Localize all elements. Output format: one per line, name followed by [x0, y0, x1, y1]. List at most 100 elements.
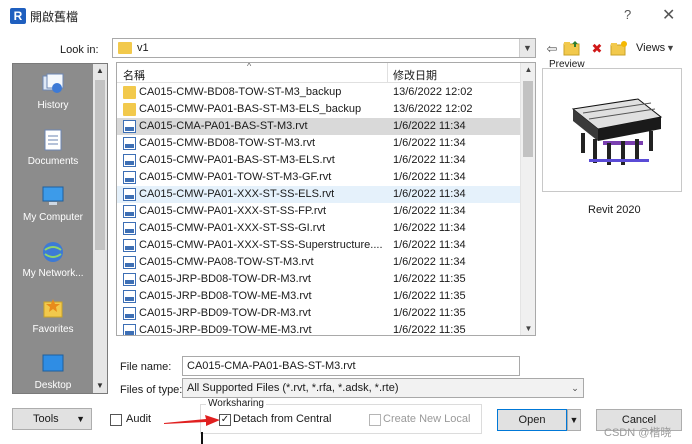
tools-label: Tools [33, 413, 59, 425]
file-name: CA015-CMW-PA01-BAS-ST-M3-ELS_backup [139, 103, 362, 115]
rvt-file-icon [123, 154, 136, 167]
place-label: My Computer [22, 212, 83, 223]
rvt-file-icon [123, 222, 136, 235]
places-scrollbar[interactable]: ▲ ▼ [93, 64, 107, 393]
file-list-header: 名稱 ^ 修改日期 [117, 63, 521, 83]
file-row[interactable]: CA015-CMW-PA01-BAS-ST-M3-ELS_backup 13/6/… [117, 101, 521, 118]
network-icon [41, 240, 65, 264]
file-row[interactable]: CA015-CMW-PA01-TOW-ST-M3-GF.rvt 1/6/2022 … [117, 169, 521, 186]
file-name: CA015-CMW-PA01-BAS-ST-M3-ELS.rvt [139, 154, 335, 166]
file-date: 1/6/2022 11:34 [393, 120, 466, 132]
file-list[interactable]: 名稱 ^ 修改日期 CA015-CMW-BD08-TOW-ST-M3_backu… [116, 62, 536, 336]
rvt-file-icon [123, 307, 136, 320]
scroll-thumb[interactable] [523, 81, 533, 157]
rvt-file-icon [123, 188, 136, 201]
place-my-computer[interactable]: My Computer [13, 184, 93, 223]
file-row[interactable]: CA015-CMW-PA01-XXX-ST-SS-FP.rvt 1/6/2022 … [117, 203, 521, 220]
place-my-network[interactable]: My Network... [13, 240, 93, 279]
worksharing-label: Worksharing [206, 398, 266, 409]
rvt-file-icon [123, 324, 136, 335]
place-documents[interactable]: Documents [13, 128, 93, 167]
file-name: CA015-JRP-BD08-TOW-ME-M3.rvt [139, 290, 312, 302]
delete-icon[interactable]: ✖ [588, 40, 606, 57]
chevron-down-icon[interactable]: ▼ [519, 39, 535, 57]
file-date: 1/6/2022 11:35 [393, 307, 466, 319]
file-type-dropdown[interactable]: All Supported Files (*.rvt, *.rfa, *.ads… [182, 378, 584, 398]
desktop-icon [41, 352, 65, 376]
file-name: CA015-CMW-BD08-TOW-ST-M3_backup [139, 86, 342, 98]
file-date: 1/6/2022 11:34 [393, 171, 466, 183]
tools-button[interactable]: Tools ▼ [12, 408, 92, 430]
file-date: 1/6/2022 11:34 [393, 256, 466, 268]
column-header-name[interactable]: 名稱 [123, 67, 145, 83]
place-desktop[interactable]: Desktop [13, 352, 93, 391]
file-name: CA015-JRP-BD09-TOW-DR-M3.rvt [139, 307, 311, 319]
lookin-dropdown[interactable]: v1 ▼ [112, 38, 536, 58]
create-new-local-checkbox[interactable] [369, 414, 381, 426]
audit-checkbox[interactable] [110, 414, 122, 426]
file-row[interactable]: CA015-JRP-BD08-TOW-ME-M3.rvt 1/6/2022 11:… [117, 288, 521, 305]
file-date: 13/6/2022 12:02 [393, 86, 473, 98]
scroll-thumb[interactable] [95, 80, 105, 250]
revit-version-label: Revit 2020 [588, 204, 641, 216]
file-date: 1/6/2022 11:35 [393, 273, 466, 285]
column-divider[interactable] [387, 63, 388, 83]
file-name: CA015-CMW-PA08-TOW-ST-M3.rvt [139, 256, 314, 268]
up-folder-icon[interactable] [563, 40, 581, 57]
scroll-down-icon[interactable]: ▼ [93, 379, 107, 393]
favorites-icon [41, 296, 65, 320]
rvt-file-icon [123, 239, 136, 252]
help-button[interactable]: ? [624, 7, 631, 22]
file-row[interactable]: CA015-CMW-PA01-BAS-ST-M3-ELS.rvt 1/6/2022… [117, 152, 521, 169]
file-name: CA015-CMW-BD08-TOW-ST-M3.rvt [139, 137, 316, 149]
file-list-scrollbar[interactable]: ▲ ▼ [520, 63, 535, 335]
place-favorites[interactable]: Favorites [13, 296, 93, 335]
place-history[interactable]: History [13, 72, 93, 111]
scroll-up-icon[interactable]: ▲ [93, 64, 107, 78]
file-date: 1/6/2022 11:34 [393, 205, 466, 217]
views-dropdown-icon[interactable]: ▼ [666, 43, 675, 53]
file-row[interactable]: CA015-CMA-PA01-BAS-ST-M3.rvt 1/6/2022 11:… [117, 118, 521, 135]
file-row[interactable]: CA015-CMW-PA01-XXX-ST-SS-Superstructure.… [117, 237, 521, 254]
lookin-value: v1 [137, 42, 149, 54]
place-label: Documents [27, 156, 79, 167]
detach-from-central-label: Detach from Central [233, 413, 332, 425]
rvt-file-icon [123, 171, 136, 184]
file-row[interactable]: CA015-CMW-PA08-TOW-ST-M3.rvt 1/6/2022 11:… [117, 254, 521, 271]
new-folder-icon[interactable] [610, 40, 628, 57]
chevron-down-icon[interactable]: ⌄ [567, 379, 583, 397]
file-name: CA015-JRP-BD08-TOW-DR-M3.rvt [139, 273, 311, 285]
building-preview-image [571, 98, 663, 165]
file-row[interactable]: CA015-JRP-BD09-TOW-ME-M3.rvt 1/6/2022 11:… [117, 322, 521, 336]
close-button[interactable]: ✕ [662, 5, 675, 25]
file-name: CA015-CMW-PA01-XXX-ST-SS-ELS.rvt [139, 188, 335, 200]
audit-label: Audit [126, 413, 152, 425]
sort-caret-icon: ^ [247, 62, 252, 71]
place-label: My Network... [22, 268, 84, 279]
places-bar: History Documents My Computer My Network… [12, 63, 108, 394]
file-row[interactable]: CA015-CMW-PA01-XXX-ST-SS-ELS.rvt 1/6/2022… [117, 186, 521, 203]
file-name-input[interactable]: CA015-CMA-PA01-BAS-ST-M3.rvt [182, 356, 520, 376]
rvt-file-icon [123, 256, 136, 269]
watermark: CSDN @楷晓 [604, 427, 672, 439]
column-header-date[interactable]: 修改日期 [393, 67, 437, 83]
documents-icon [41, 128, 65, 152]
file-name: CA015-CMA-PA01-BAS-ST-M3.rvt [139, 120, 308, 132]
rvt-file-icon [123, 273, 136, 286]
file-row[interactable]: CA015-CMW-BD08-TOW-ST-M3_backup 13/6/2022… [117, 84, 521, 101]
file-row[interactable]: CA015-CMW-PA01-XXX-ST-SS-GI.rvt 1/6/2022 … [117, 220, 521, 237]
file-row[interactable]: CA015-JRP-BD08-TOW-DR-M3.rvt 1/6/2022 11:… [117, 271, 521, 288]
file-date: 1/6/2022 11:35 [393, 324, 466, 336]
views-button[interactable]: Views [636, 42, 665, 54]
scroll-down-icon[interactable]: ▼ [521, 324, 535, 333]
folder-icon [123, 103, 136, 116]
file-row[interactable]: CA015-JRP-BD09-TOW-DR-M3.rvt 1/6/2022 11:… [117, 305, 521, 322]
scroll-up-icon[interactable]: ▲ [521, 65, 535, 74]
file-row[interactable]: CA015-CMW-BD08-TOW-ST-M3.rvt 1/6/2022 11:… [117, 135, 521, 152]
open-button[interactable]: Open [497, 409, 567, 431]
rvt-file-icon [123, 205, 136, 218]
open-options-dropdown[interactable]: ▼ [567, 409, 581, 431]
file-date: 1/6/2022 11:34 [393, 222, 466, 234]
rvt-file-icon [123, 290, 136, 303]
back-arrow-icon[interactable]: ⇦ [543, 40, 561, 57]
